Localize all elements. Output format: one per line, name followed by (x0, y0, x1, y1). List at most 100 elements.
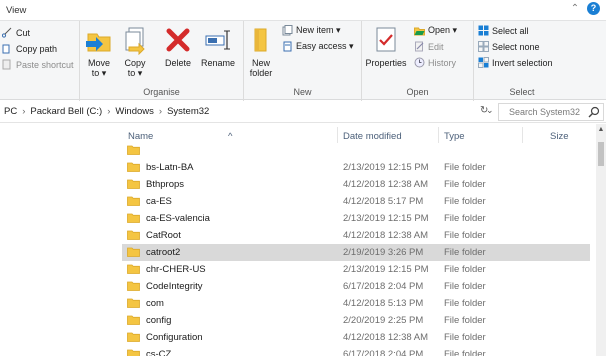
column-size[interactable]: Size (550, 131, 568, 142)
organise-group-label: Organise (143, 87, 180, 97)
breadcrumb-chevron-icon[interactable]: › (159, 106, 162, 117)
file-row[interactable]: CodeIntegrity 6/17/2018 2:04 PM File folde… (122, 278, 590, 295)
file-date-modified: 4/12/2018 12:38 AM (343, 332, 429, 343)
rename-button[interactable]: Rename (198, 25, 238, 68)
file-row[interactable] (122, 142, 590, 159)
copy-path-button[interactable]: Copy path (2, 43, 57, 54)
copy-to-icon (120, 25, 150, 56)
column-type[interactable]: Type (444, 131, 465, 142)
folder-icon (127, 179, 140, 189)
file-name: config (146, 315, 172, 326)
paste-shortcut-button[interactable]: Paste shortcut (2, 59, 74, 70)
invert-selection-button[interactable]: Invert selection (478, 57, 553, 68)
delete-button[interactable]: Delete (162, 25, 194, 68)
file-type: File folder (444, 196, 486, 207)
file-list: ^ Name Date modified Type Size bs-Latn-B… (0, 124, 606, 356)
scrollbar-thumb[interactable] (598, 142, 604, 166)
new-group: New folder New item ▾ Easy access ▾ New (244, 21, 362, 101)
file-type: File folder (444, 247, 486, 258)
properties-button[interactable]: Properties (364, 25, 408, 68)
folder-icon (127, 145, 140, 155)
file-row[interactable]: cs-CZ 6/17/2018 2:04 PM File folder (122, 346, 590, 356)
scissors-icon (1, 27, 13, 38)
breadcrumb-chevron-icon[interactable]: › (107, 106, 110, 117)
scroll-up-arrow-icon[interactable]: ▲ (596, 126, 606, 133)
address-bar: PC › Packard Bell (C:) › Windows › Syste… (0, 101, 606, 123)
column-name[interactable]: Name (128, 131, 153, 142)
edit-button[interactable]: Edit (414, 41, 444, 52)
history-button[interactable]: History (414, 57, 456, 68)
file-name: chr-CHER-US (146, 264, 206, 275)
select-group-label: Select (509, 87, 535, 97)
collapse-ribbon-icon[interactable]: ⌃ (569, 3, 581, 15)
folder-icon (127, 332, 140, 342)
file-type: File folder (444, 281, 486, 292)
new-folder-button[interactable]: New folder (246, 25, 276, 78)
ribbon: Cut Copy path Paste shortcut Move to ▾ C… (0, 20, 606, 101)
open-folder-icon (414, 25, 425, 36)
organise-group: Move to ▾ Copy to ▾ Delete Rename Organi… (80, 21, 244, 101)
column-date-modified[interactable]: Date modified (343, 131, 402, 142)
help-icon[interactable]: ? (587, 2, 600, 15)
select-none-button[interactable]: Select none (478, 41, 540, 52)
search-input[interactable]: Search System32 (498, 103, 604, 121)
sort-ascending-icon: ^ (228, 131, 233, 142)
breadcrumb-pc[interactable]: PC (4, 106, 17, 117)
new-item-button[interactable]: New item ▾ (282, 25, 341, 36)
folder-icon (127, 247, 140, 257)
copy-path-icon (2, 43, 13, 54)
file-row[interactable]: Bthprops 4/12/2018 12:38 AM File folder (122, 176, 590, 193)
file-date-modified: 2/19/2019 3:26 PM (343, 247, 424, 258)
file-type: File folder (444, 179, 486, 190)
search-icon[interactable] (588, 106, 600, 118)
column-divider[interactable] (522, 127, 523, 143)
invert-selection-icon (478, 57, 489, 68)
folder-icon (127, 230, 140, 240)
breadcrumb-windows[interactable]: Windows (115, 106, 154, 117)
file-date-modified: 4/12/2018 5:17 PM (343, 196, 424, 207)
move-to-icon (84, 25, 114, 55)
select-all-button[interactable]: Select all (478, 25, 529, 36)
cut-button[interactable]: Cut (1, 27, 30, 38)
folder-icon (127, 298, 140, 308)
tab-view[interactable]: View (6, 5, 26, 16)
delete-x-icon (163, 25, 193, 55)
move-to-button[interactable]: Move to ▾ (84, 25, 114, 78)
file-row[interactable]: bs-Latn-BA 2/13/2019 12:15 PM File folder (122, 159, 590, 176)
file-row[interactable]: CatRoot 4/12/2018 12:38 AM File folder (122, 227, 590, 244)
file-name: Configuration (146, 332, 203, 343)
open-button[interactable]: Open ▾ (414, 25, 457, 36)
history-icon (414, 57, 425, 68)
file-row[interactable]: Configuration 4/12/2018 12:38 AM File fold… (122, 329, 590, 346)
new-group-label: New (293, 87, 312, 97)
file-row[interactable]: com 4/12/2018 5:13 PM File folder (122, 295, 590, 312)
easy-access-button[interactable]: Easy access ▾ (282, 41, 354, 52)
file-row[interactable]: ca-ES 4/12/2018 5:17 PM File folder (122, 193, 590, 210)
refresh-icon[interactable]: ↻ (480, 105, 488, 116)
folder-icon (127, 281, 140, 291)
column-divider[interactable] (337, 127, 338, 143)
file-row[interactable]: chr-CHER-US 2/13/2019 12:15 PM File folder (122, 261, 590, 278)
breadcrumb-system32[interactable]: System32 (167, 106, 209, 117)
select-none-icon (478, 41, 489, 52)
edit-icon (414, 41, 425, 52)
vertical-scrollbar[interactable]: ▲ (596, 124, 606, 356)
folder-icon (127, 349, 140, 356)
breadcrumb-chevron-icon[interactable]: › (22, 106, 25, 117)
file-date-modified: 6/17/2018 2:04 PM (343, 281, 424, 292)
breadcrumb-drive[interactable]: Packard Bell (C:) (30, 106, 102, 117)
file-type: File folder (444, 230, 486, 241)
file-row[interactable]: catroot2 2/19/2019 3:26 PM File folder (122, 244, 590, 261)
file-date-modified: 2/13/2019 12:15 PM (343, 162, 429, 173)
file-type: File folder (444, 213, 486, 224)
rename-icon (203, 25, 233, 55)
file-row[interactable]: ca-ES-valencia 2/13/2019 12:15 PM File fol… (122, 210, 590, 227)
file-type: File folder (444, 264, 486, 275)
file-type: File folder (444, 332, 486, 343)
file-name: catroot2 (146, 247, 181, 258)
copy-to-button[interactable]: Copy to ▾ (120, 25, 150, 78)
file-name: CatRoot (146, 230, 181, 241)
file-row[interactable]: config 2/20/2019 2:25 PM File folder (122, 312, 590, 329)
column-divider[interactable] (438, 127, 439, 143)
search-placeholder: Search System32 (509, 107, 581, 117)
